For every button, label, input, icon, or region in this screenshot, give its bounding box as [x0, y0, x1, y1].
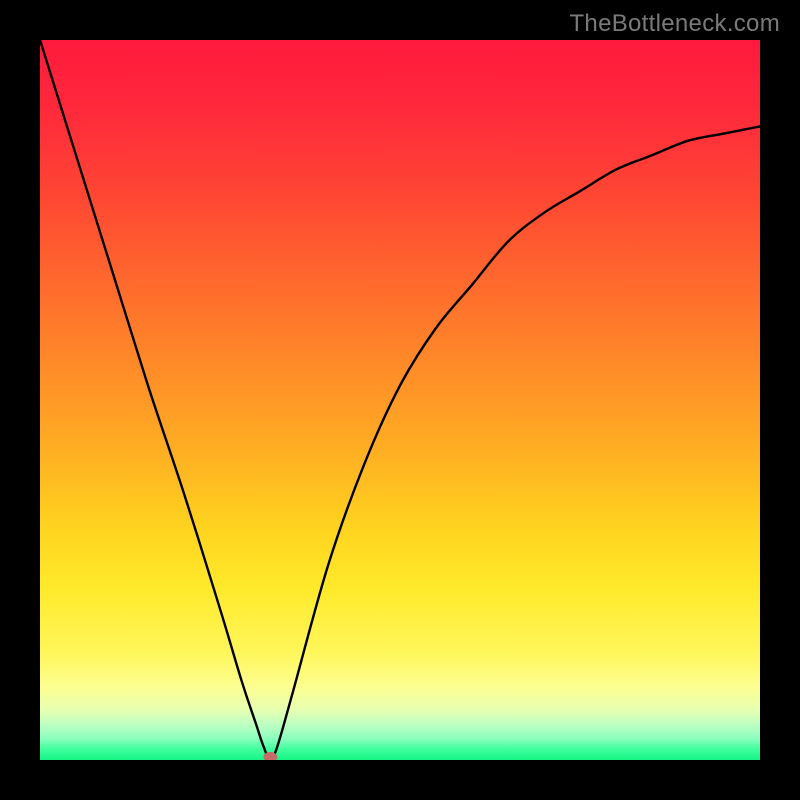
plot-area	[40, 40, 760, 760]
curve-svg	[40, 40, 760, 760]
bottleneck-curve	[40, 40, 760, 760]
chart-frame: TheBottleneck.com	[0, 0, 800, 800]
credit-label: TheBottleneck.com	[569, 10, 780, 38]
